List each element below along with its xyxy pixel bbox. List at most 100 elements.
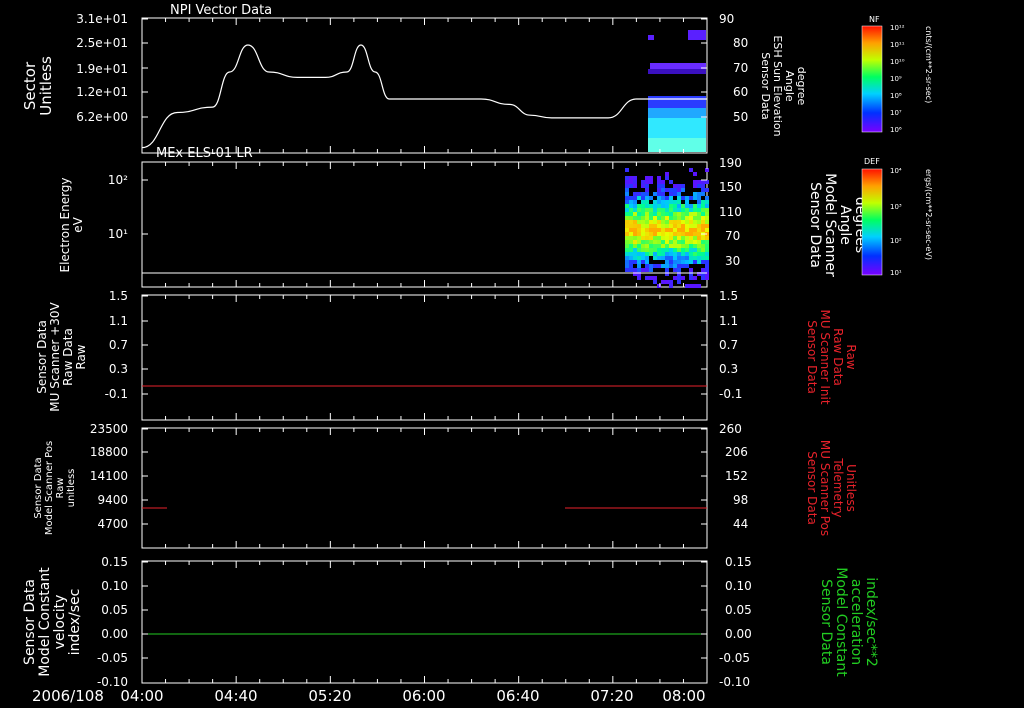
spectrogram-cell bbox=[681, 204, 685, 208]
spectrogram-cell bbox=[689, 204, 693, 208]
spectrogram-cell bbox=[665, 212, 669, 216]
spectrogram-cell bbox=[641, 256, 645, 260]
spectrogram-cell bbox=[689, 236, 693, 240]
panel-5-frame bbox=[141, 560, 708, 684]
spectrogram-cell bbox=[677, 188, 681, 192]
spectrogram-cell bbox=[673, 236, 677, 240]
spectrogram-cell bbox=[641, 212, 645, 216]
left-tick-label: 0.10 bbox=[101, 579, 128, 593]
right-tick-label: 0.00 bbox=[725, 627, 752, 641]
colorbar-tick: 10¹⁰ bbox=[890, 58, 905, 66]
spectrogram-cell bbox=[657, 252, 661, 256]
x-tick-label: 05:20 bbox=[308, 687, 351, 705]
spectrogram-cell bbox=[641, 224, 645, 228]
spectrogram-cell bbox=[645, 216, 649, 220]
spectrogram-cell bbox=[697, 248, 701, 252]
spectrogram-cell bbox=[677, 196, 681, 200]
spectrogram-cell bbox=[645, 208, 649, 212]
spectrogram-cell bbox=[669, 188, 673, 192]
spectrogram-cell bbox=[629, 200, 633, 204]
spectrogram-cell bbox=[653, 192, 657, 196]
spectrogram-cell bbox=[677, 252, 681, 256]
spectrogram-cell bbox=[705, 216, 709, 220]
ylabel-line: index/sec bbox=[67, 589, 83, 656]
ylabel-line: Telemetry bbox=[831, 457, 845, 517]
spectrogram-cell bbox=[701, 236, 705, 240]
panel-2-ticks bbox=[141, 162, 708, 287]
spectrogram-cell bbox=[669, 256, 673, 260]
spectrogram-block bbox=[648, 35, 654, 40]
ylabel-line: MU Scanner +30V bbox=[48, 302, 62, 412]
spectrogram-cell bbox=[625, 252, 629, 256]
spectrogram-cell bbox=[689, 196, 693, 200]
ylabel-line: Sensor Data bbox=[33, 457, 44, 518]
spectrogram-cell bbox=[677, 268, 681, 272]
right-tick-label: 0.15 bbox=[725, 555, 752, 569]
panel-4-ticks bbox=[141, 428, 708, 548]
spectrogram-cell bbox=[705, 252, 709, 256]
spectrogram-cell bbox=[629, 244, 633, 248]
left-tick-label: 14100 bbox=[90, 469, 128, 483]
spectrogram-block bbox=[688, 30, 706, 40]
spectrogram-cell bbox=[625, 264, 629, 268]
ylabel-line: Unitless bbox=[37, 56, 55, 116]
spectrogram-cell bbox=[701, 212, 705, 216]
spectrogram-cell bbox=[637, 260, 641, 264]
spectrogram-cell bbox=[645, 184, 649, 188]
spectrogram-cell bbox=[669, 248, 673, 252]
spectrogram-cell bbox=[637, 192, 641, 196]
spectrogram-cell bbox=[681, 252, 685, 256]
spectrogram-cell bbox=[705, 244, 709, 248]
right-tick-label: 150 bbox=[719, 180, 742, 194]
spectrogram-cell bbox=[689, 232, 693, 236]
spectrogram-cell bbox=[685, 264, 689, 268]
spectrogram-cell bbox=[669, 232, 673, 236]
spectrogram-cell bbox=[633, 196, 637, 200]
spectrogram-cell bbox=[669, 252, 673, 256]
spectrogram-cell bbox=[693, 220, 697, 224]
spectrogram-cell bbox=[697, 284, 701, 288]
spectrogram-cell bbox=[685, 284, 689, 288]
spectrogram-cell bbox=[633, 204, 637, 208]
colorbar-tick: 10⁷ bbox=[890, 109, 902, 117]
spectrogram-cell bbox=[625, 188, 629, 192]
spectrogram-cell bbox=[637, 228, 641, 232]
spectrogram-cell bbox=[705, 264, 709, 268]
spectrogram-cell bbox=[633, 208, 637, 212]
spectrogram-cell bbox=[705, 220, 709, 224]
spectrogram-cell bbox=[661, 212, 665, 216]
spectrogram-cell bbox=[637, 252, 641, 256]
spectrogram-cell bbox=[625, 184, 629, 188]
spectrogram-cell bbox=[681, 188, 685, 192]
spectrogram-cell bbox=[669, 240, 673, 244]
spectrogram-cell bbox=[705, 256, 709, 260]
ylabel-line: Sensor Data bbox=[818, 579, 834, 665]
spectrogram-cell bbox=[649, 244, 653, 248]
spectrogram-cell bbox=[677, 240, 681, 244]
spectrogram-cell bbox=[649, 208, 653, 212]
spectrogram-block bbox=[648, 96, 706, 108]
spectrogram-cell bbox=[637, 248, 641, 252]
spectrogram-cell bbox=[629, 228, 633, 232]
spectrogram-cell bbox=[625, 260, 629, 264]
spectrogram-block bbox=[648, 138, 706, 152]
spectrogram-cell bbox=[657, 232, 661, 236]
spectrogram-cell bbox=[637, 212, 641, 216]
spectrogram-cell bbox=[637, 196, 641, 200]
spectrogram-cell bbox=[701, 276, 705, 280]
spectrogram-cell bbox=[705, 188, 709, 192]
spectrogram-cell bbox=[673, 264, 677, 268]
spectrogram-cell bbox=[661, 184, 665, 188]
ylabel-line: Sensor Data bbox=[35, 320, 49, 394]
spectrogram-cell bbox=[689, 276, 693, 280]
panel-3-frame bbox=[141, 294, 708, 421]
spectrogram-cell bbox=[653, 232, 657, 236]
left-tick-label: 1.5 bbox=[109, 289, 128, 303]
ylabel-line: ESH Sun Elevation bbox=[771, 35, 784, 136]
spectrogram-cell bbox=[689, 240, 693, 244]
spectrogram-cell bbox=[661, 228, 665, 232]
spectrogram-cell bbox=[701, 204, 705, 208]
right-tick-label: 70 bbox=[725, 229, 740, 243]
spectrogram-cell bbox=[697, 228, 701, 232]
spectrogram-block bbox=[648, 69, 706, 74]
